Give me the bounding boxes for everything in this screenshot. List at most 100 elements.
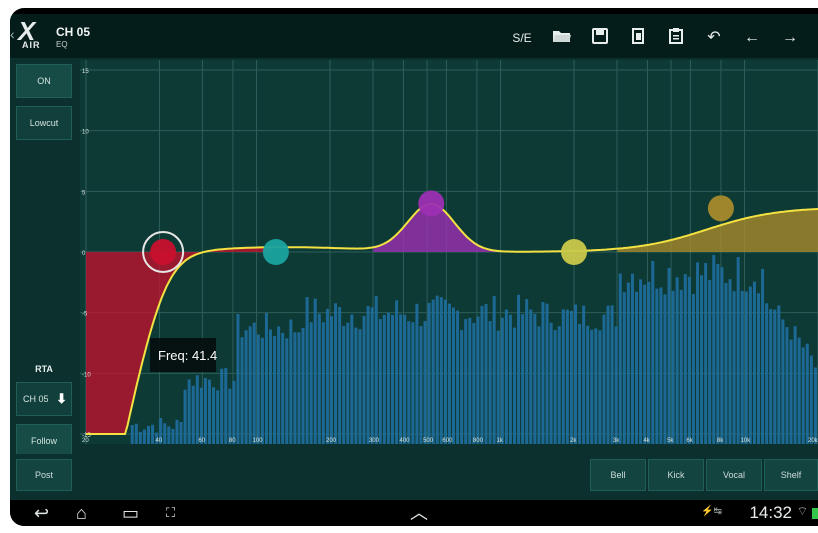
rta-source-select[interactable]: CH 05 ⬇ <box>16 382 72 416</box>
rta-bar <box>423 321 427 444</box>
y-tick-label: 15 <box>82 69 89 75</box>
rta-bar <box>350 314 354 444</box>
rta-bar <box>691 294 695 444</box>
channel-title: CH 05 <box>56 25 91 39</box>
rta-bar <box>521 314 525 444</box>
band1-handle[interactable] <box>262 239 289 265</box>
rta-bar <box>533 313 537 444</box>
rta-bar <box>602 314 606 444</box>
rta-bar <box>452 307 455 444</box>
rta-bar <box>435 295 439 444</box>
save-icon[interactable] <box>588 28 612 48</box>
rta-bar <box>740 290 744 444</box>
rta-bar <box>439 297 443 444</box>
rta-bar <box>236 314 240 444</box>
rta-bar <box>191 385 195 444</box>
band2-handle[interactable] <box>418 190 445 217</box>
rta-bar <box>700 275 704 444</box>
rta-bar <box>330 316 333 444</box>
rta-bar <box>675 277 679 444</box>
wifi-icon: ⌔ <box>796 504 808 518</box>
rta-bar <box>260 337 264 444</box>
rta-label: RTA <box>35 364 53 374</box>
se-button[interactable]: S/E <box>510 28 534 48</box>
post-button[interactable]: Post <box>16 459 72 491</box>
rta-bar <box>708 280 712 444</box>
rta-bar <box>492 296 496 444</box>
rta-bar <box>590 329 594 444</box>
rta-bar <box>578 323 582 444</box>
rta-bar <box>240 337 244 444</box>
rta-bar <box>277 326 281 444</box>
rta-bar <box>382 314 386 444</box>
rta-bar <box>142 429 146 444</box>
rta-bar <box>635 291 638 444</box>
rta-bar <box>626 282 630 444</box>
rta-bar <box>728 279 732 444</box>
status-icons: ⚡↹ <box>701 506 722 517</box>
rta-bar <box>289 319 293 444</box>
x-tick-label: 4k <box>643 438 650 444</box>
rta-bar <box>586 325 590 444</box>
band3-handle[interactable] <box>561 239 587 265</box>
rta-bar <box>354 327 358 444</box>
y-tick-label: -5 <box>82 312 88 318</box>
vocal-button[interactable]: Vocal <box>706 459 762 491</box>
rta-bar <box>651 260 655 444</box>
rta-bar <box>232 380 236 444</box>
expand-up-icon[interactable]: ︿ <box>410 503 428 523</box>
rta-bar <box>464 319 468 444</box>
rta-bar <box>630 273 634 444</box>
rta-bar <box>781 319 785 444</box>
rta-bar <box>313 298 317 444</box>
eq-on-button[interactable]: ON <box>16 64 72 98</box>
back-icon[interactable]: ↩ <box>34 503 49 523</box>
rta-bar <box>773 309 777 444</box>
paste-icon[interactable] <box>664 28 688 48</box>
shelf-button[interactable]: Shelf <box>764 459 818 491</box>
home-icon[interactable]: ⌂ <box>76 503 87 523</box>
tablet-frame: ‹ X AIR CH 05 EQ S/E ↶ ← → ON Lowcut RTA… <box>10 8 818 526</box>
rta-bar <box>565 309 569 444</box>
rta-bar <box>724 283 728 444</box>
undo-icon[interactable]: ↶ <box>702 28 726 48</box>
rta-bar <box>732 291 736 444</box>
eq-graph[interactable]: 151050-5-10-15 20 40 60 80 100 200 300 400 500 60… <box>80 60 818 444</box>
rta-bar <box>813 367 817 444</box>
kick-button[interactable]: Kick <box>648 459 704 491</box>
rta-bar <box>541 301 545 444</box>
lowcut-handle[interactable] <box>150 239 177 265</box>
arrow-right-icon[interactable]: → <box>778 28 802 48</box>
y-tick-label: 10 <box>82 130 89 136</box>
rta-bar <box>342 325 346 444</box>
screenshot-icon[interactable]: ⛶ <box>166 503 175 523</box>
lowcut-button[interactable]: Lowcut <box>16 106 72 140</box>
rta-bar <box>537 326 541 444</box>
folder-open-icon[interactable] <box>550 28 574 48</box>
bottom-button-row: Post Bell Kick Vocal Shelf <box>10 454 818 494</box>
bell-button[interactable]: Bell <box>590 459 646 491</box>
rta-bar <box>366 306 370 444</box>
rta-bar <box>293 332 297 444</box>
rta-bar <box>285 338 289 444</box>
rta-bar <box>138 431 142 444</box>
arrow-left-icon[interactable]: ← <box>740 28 764 48</box>
x-tick-label: 3k <box>613 438 620 444</box>
rta-bar <box>374 296 378 444</box>
rta-bar <box>643 284 647 444</box>
copy-icon[interactable] <box>626 28 650 48</box>
rta-bar <box>687 276 691 444</box>
recent-apps-icon[interactable]: ▭ <box>122 503 139 523</box>
rta-bar <box>468 317 472 444</box>
rta-bar <box>228 388 232 444</box>
rta-bar <box>752 281 756 444</box>
rta-bar <box>346 322 350 444</box>
follow-button[interactable]: Follow <box>16 424 72 458</box>
band4-handle[interactable] <box>707 195 734 222</box>
x-tick-label: 2k <box>570 438 577 444</box>
top-bar: ‹ X AIR CH 05 EQ S/E ↶ ← → <box>10 14 818 58</box>
x-tick-label: 80 <box>229 438 236 444</box>
back-chevron-icon[interactable]: ‹ <box>10 26 15 42</box>
rta-bar <box>618 273 622 444</box>
rta-bar <box>805 343 809 444</box>
